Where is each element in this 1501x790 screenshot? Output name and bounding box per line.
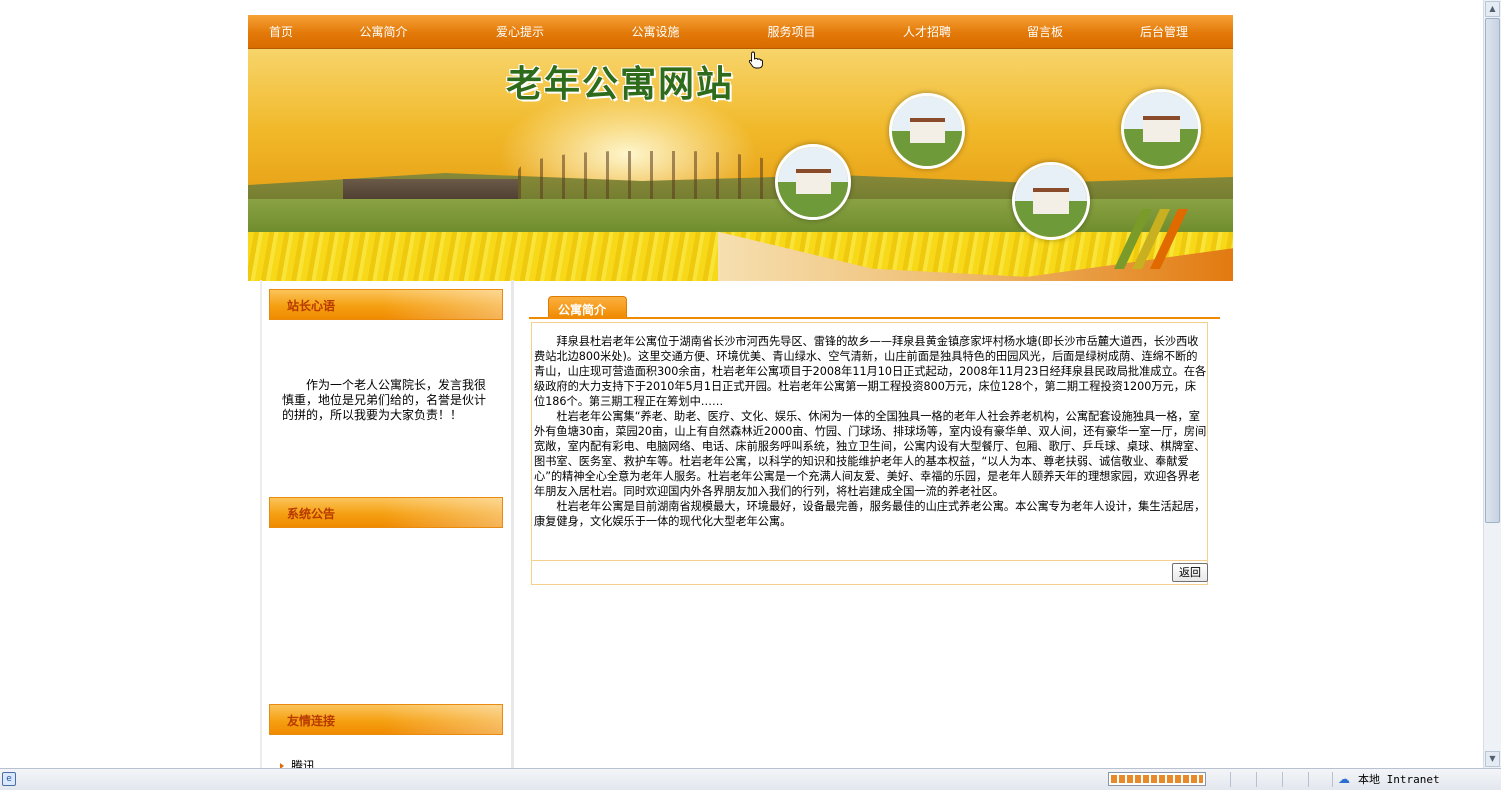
status-separator [1230,772,1231,787]
page-icon: e [2,772,16,786]
nav-tips[interactable]: 爱心提示 [453,23,587,40]
article-body: 拜泉县杜岩老年公寓位于湖南省长沙市河西先导区、雷锋的故乡——拜泉县黄金镇彦家坪村… [532,334,1209,529]
sidebar-border [260,280,262,768]
nav-services[interactable]: 服务项目 [724,23,859,40]
announcement-title: 系统公告 [287,507,336,521]
photo-circle [775,144,851,220]
friend-link-tencent[interactable]: 腾讯 [280,757,315,768]
main-nav: 首页 公寓简介 爱心提示 公寓设施 服务项目 人才招聘 留言板 后台管理 [248,15,1233,49]
scrollbar-thumb[interactable] [1485,18,1500,523]
article-paragraph: 拜泉县杜岩老年公寓位于湖南省长沙市河西先导区、雷锋的故乡——拜泉县黄金镇彦家坪村… [534,335,1207,408]
status-separator [1282,772,1283,787]
director-words-header: 站长心语 [269,289,503,320]
banner-trees [518,151,788,201]
status-separator [1308,772,1309,787]
tab-label: 公寓简介 [558,303,607,317]
status-separator [1332,772,1333,787]
loading-progress-bar [1108,772,1206,786]
nav-facilities[interactable]: 公寓设施 [587,23,724,40]
intranet-zone-icon: ☁ [1338,772,1350,786]
tab-apartment-intro: 公寓简介 [548,296,627,318]
status-separator [1256,772,1257,787]
director-note: 作为一个老人公寓院长，发言我很慎重，地位是兄弟们给的，名誉是伙计的拼的，所以我要… [282,378,487,422]
nav-jobs[interactable]: 人才招聘 [859,23,995,40]
friend-links-title: 友情连接 [287,714,336,728]
nav-guestbook[interactable]: 留言板 [995,23,1095,40]
photo-circle [1121,89,1201,169]
article-divider [532,560,1207,561]
nav-admin[interactable]: 后台管理 [1095,23,1233,40]
scroll-up-arrow-icon[interactable]: ▲ [1485,1,1500,17]
article-paragraph: 杜岩老年公寓集“养老、助老、医疗、文化、娱乐、休闲为一体的全国独具一格的老年人社… [534,410,1207,498]
hand-cursor-icon [748,51,763,69]
vertical-scrollbar[interactable]: ▲ ▼ [1483,0,1501,768]
tab-underline [529,317,1220,319]
banner-building [343,179,518,201]
banner: 老年公寓网站 [248,49,1233,281]
back-button[interactable]: 返回 [1172,563,1208,582]
browser-viewport: 首页 公寓简介 爱心提示 公寓设施 服务项目 人才招聘 留言板 后台管理 老年公… [0,0,1483,768]
announcement-header: 系统公告 [269,497,503,528]
article-box: 拜泉县杜岩老年公寓位于湖南省长沙市河西先导区、雷锋的故乡——拜泉县黄金镇彦家坪村… [531,322,1208,585]
progress-fill [1111,775,1203,783]
friend-links-header: 友情连接 [269,704,503,735]
sidebar-divider [511,280,514,768]
nav-about[interactable]: 公寓简介 [314,23,453,40]
article-paragraph: 杜岩老年公寓是目前湖南省规模最大，环境最好，设备最完善，服务最佳的山庄式养老公寓… [534,500,1206,528]
photo-circle [889,93,965,169]
banner-title: 老年公寓网站 [506,63,735,105]
friend-link-label: 腾讯 [291,759,316,768]
photo-circle [1012,162,1090,240]
director-words-title: 站长心语 [287,299,336,313]
site-container: 首页 公寓简介 爱心提示 公寓设施 服务项目 人才招聘 留言板 后台管理 老年公… [248,15,1233,768]
scroll-down-arrow-icon[interactable]: ▼ [1485,751,1500,767]
nav-home[interactable]: 首页 [248,23,314,40]
status-bar: e ☁ 本地 Intranet [0,768,1501,790]
main-area: 站长心语 作为一个老人公寓院长，发言我很慎重，地位是兄弟们给的，名誉是伙计的拼的… [248,280,1233,768]
security-zone-label: 本地 Intranet [1358,773,1440,786]
